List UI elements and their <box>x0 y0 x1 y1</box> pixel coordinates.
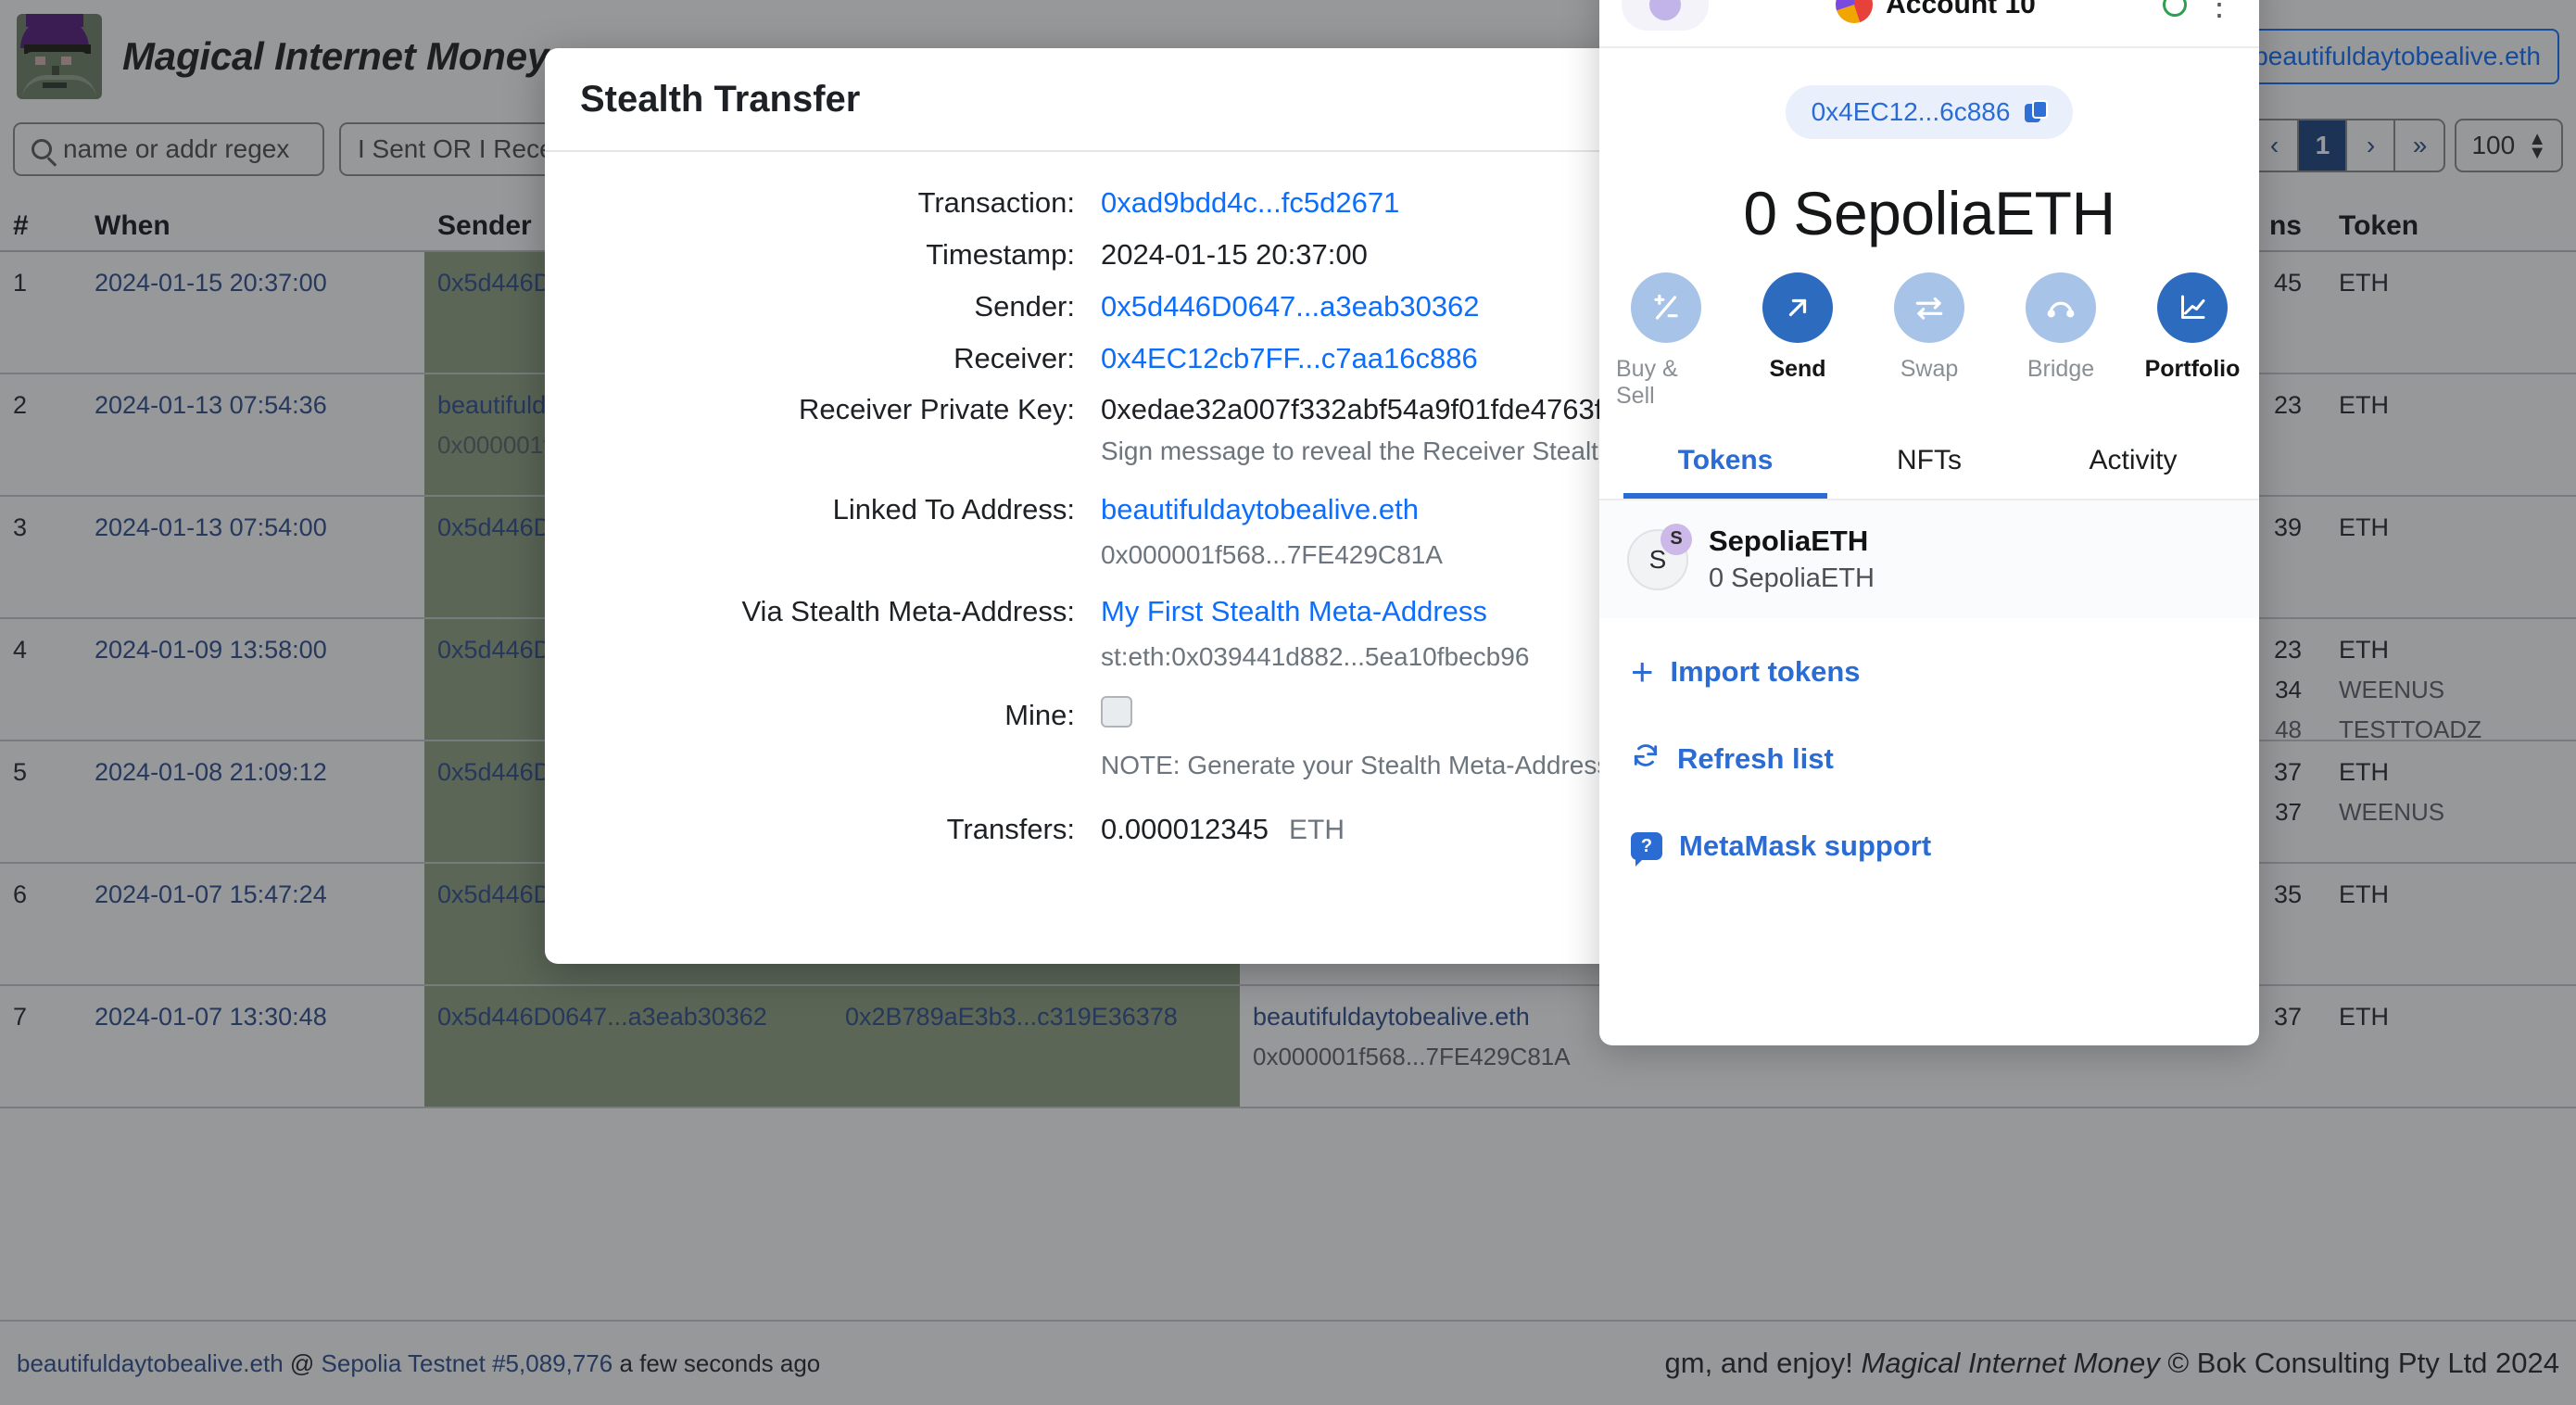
mine-label: Mine: <box>1004 698 1075 731</box>
sender-link[interactable]: 0x5d446D0647...a3eab30362 <box>1101 290 1480 323</box>
plus-icon: + <box>1631 650 1654 694</box>
transaction-link[interactable]: 0xad9bdd4c...fc5d2671 <box>1101 186 1399 219</box>
sender-label: Sender: <box>974 289 1075 323</box>
via-stealth-meta-address-link[interactable]: My First Stealth Meta-Address <box>1101 595 1487 627</box>
action-send[interactable]: Send <box>1748 272 1848 410</box>
via-stealth-meta-address-block: My First Stealth Meta-Address st:eth:0x0… <box>1101 587 1529 672</box>
copy-icon <box>2025 100 2049 124</box>
tab-nfts[interactable]: NFTs <box>1827 430 2031 499</box>
via-stealth-meta-address-sub: st:eth:0x039441d882...5ea10fbecb96 <box>1101 641 1530 671</box>
receiver-link[interactable]: 0x4EC12cb7FF...c7aa16c886 <box>1101 342 1478 374</box>
linked-to-address-link[interactable]: beautifuldaytobealive.eth <box>1101 493 1419 525</box>
help-icon: ? <box>1631 832 1662 867</box>
tab-tokens[interactable]: Tokens <box>1623 430 1827 499</box>
metamask-links: + Import tokens Refresh list ? MetaMask … <box>1599 618 2259 867</box>
transfers-unit: ETH <box>1289 814 1345 845</box>
tab-activity[interactable]: Activity <box>2031 430 2235 499</box>
receiver-private-key-label: Receiver Private Key: <box>798 393 1075 426</box>
arrow-up-right-icon <box>1762 272 1833 343</box>
transfers-label: Transfers: <box>946 812 1075 845</box>
action-label: Send <box>1769 356 1826 382</box>
avatar <box>1836 0 1874 23</box>
action-portfolio[interactable]: Portfolio <box>2142 272 2242 410</box>
token-text: SepoliaETH 0 SepoliaETH <box>1709 525 1875 594</box>
swap-arrows-icon <box>1894 272 1964 343</box>
metamask-header: Account 10 ⋮ <box>1599 0 2259 48</box>
receiver-label: Receiver: <box>953 341 1075 374</box>
transaction-label: Transaction: <box>917 186 1075 219</box>
transfers-amount: 0.000012345 <box>1101 812 1269 845</box>
network-selector-button[interactable] <box>1622 0 1709 31</box>
token-balance: 0 SepoliaETH <box>1709 563 1875 593</box>
quick-actions: Buy & Sell Send Swap Bridge Portfolio <box>1599 272 2259 430</box>
action-label: Swap <box>1900 356 1959 382</box>
action-bridge[interactable]: Bridge <box>2011 272 2111 410</box>
metamask-support-link[interactable]: ? MetaMask support <box>1631 829 2228 867</box>
refresh-icon <box>1631 740 1661 778</box>
account-balance: 0 SepoliaETH <box>1743 179 2115 247</box>
via-stealth-meta-address-label: Via Stealth Meta-Address: <box>741 595 1075 628</box>
metamask-popup: Account 10 ⋮ 0x4EC12...6c886 0 SepoliaET… <box>1599 0 2259 1045</box>
network-badge-icon: S <box>1661 523 1692 555</box>
globe-icon[interactable] <box>2163 0 2187 17</box>
account-selector-button[interactable]: Account 10 <box>1836 0 2036 23</box>
chart-line-icon <box>2157 272 2228 343</box>
linked-to-address-value: beautifuldaytobealive.eth <box>1101 485 1443 529</box>
address-row: 0x4EC12...6c886 <box>1599 48 2259 139</box>
header-actions: ⋮ <box>2163 0 2237 23</box>
account-name: Account 10 <box>1886 0 2036 19</box>
more-options-icon[interactable]: ⋮ <box>2203 0 2237 23</box>
app-root: Magical Internet Money Transfers D beaut… <box>0 0 2576 1405</box>
mine-checkbox[interactable] <box>1101 695 1132 728</box>
account-address: 0x4EC12...6c886 <box>1811 97 2011 126</box>
metamask-tabs: Tokens NFTs Activity <box>1599 430 2259 500</box>
bridge-icon <box>2026 272 2096 343</box>
token-list-item[interactable]: S S SepoliaETH 0 SepoliaETH <box>1599 500 2259 618</box>
action-buy-and-sell[interactable]: Buy & Sell <box>1616 272 1716 410</box>
token-icon: S S <box>1627 523 1692 590</box>
network-icon <box>1649 0 1681 20</box>
refresh-list-label: Refresh list <box>1677 742 1834 775</box>
import-tokens-label: Import tokens <box>1670 655 1861 688</box>
plus-minus-icon <box>1631 272 1701 343</box>
metamask-support-label: MetaMask support <box>1679 829 1932 862</box>
refresh-list-link[interactable]: Refresh list <box>1631 740 2228 778</box>
import-tokens-link[interactable]: + Import tokens <box>1631 650 2228 694</box>
timestamp-label: Timestamp: <box>926 237 1075 271</box>
linked-to-address-block: beautifuldaytobealive.eth 0x000001f568..… <box>1101 485 1443 570</box>
linked-to-address-sub: 0x000001f568...7FE429C81A <box>1101 540 1443 570</box>
via-stealth-meta-address-value: My First Stealth Meta-Address <box>1101 587 1529 631</box>
action-label: Buy & Sell <box>1616 356 1678 409</box>
action-label: Portfolio <box>2144 356 2241 382</box>
copy-address-button[interactable]: 0x4EC12...6c886 <box>1785 85 2074 139</box>
linked-to-address-label: Linked To Address: <box>832 493 1075 526</box>
action-swap[interactable]: Swap <box>1879 272 1979 410</box>
action-label: Bridge <box>2027 356 2095 382</box>
token-name: SepoliaETH <box>1709 525 1869 557</box>
